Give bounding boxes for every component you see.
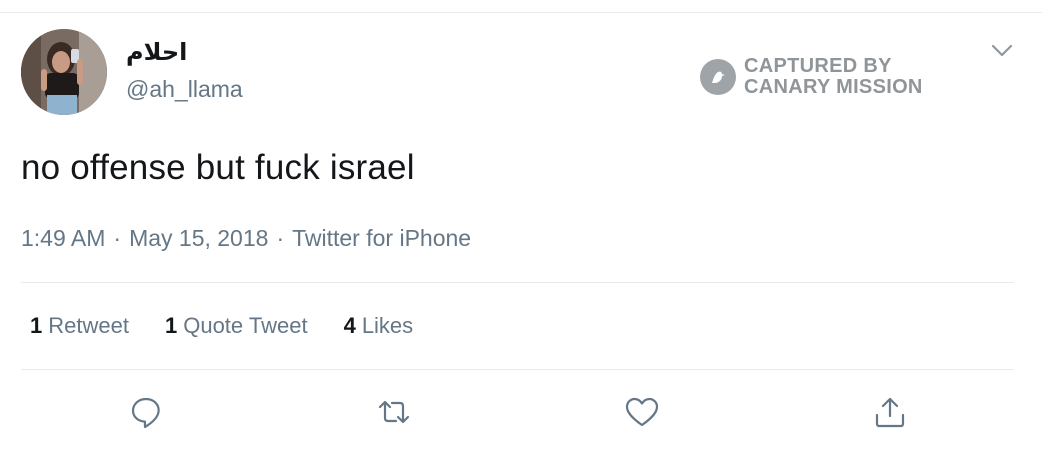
tweet-metadata: 1:49 AM · May 15, 2018 · Twitter for iPhone bbox=[21, 225, 471, 252]
share-icon[interactable] bbox=[872, 394, 908, 430]
likes-stat[interactable]: 4 Likes bbox=[344, 313, 414, 339]
canary-bird-icon bbox=[700, 59, 736, 95]
stats-top-divider bbox=[21, 282, 1014, 283]
avatar[interactable] bbox=[21, 29, 107, 115]
quote-tweets-stat[interactable]: 1 Quote Tweet bbox=[165, 313, 308, 339]
retweets-stat[interactable]: 1 Retweet bbox=[30, 313, 129, 339]
tweet-time[interactable]: 1:49 AM bbox=[21, 225, 105, 251]
display-name[interactable]: احلام bbox=[126, 38, 187, 66]
actions-top-divider bbox=[21, 369, 1014, 370]
retweet-icon[interactable] bbox=[376, 394, 412, 430]
tweet-date[interactable]: May 15, 2018 bbox=[129, 225, 268, 251]
watermark-line-2: CANARY MISSION bbox=[744, 76, 923, 98]
tweet-text: no offense but fuck israel bbox=[21, 148, 415, 187]
top-divider bbox=[0, 12, 1042, 13]
likes-label: Likes bbox=[361, 313, 414, 338]
quote-tweets-label: Quote Tweet bbox=[183, 313, 308, 338]
canary-mission-watermark: CAPTURED BY CANARY MISSION bbox=[700, 56, 923, 98]
watermark-line-1: CAPTURED BY bbox=[744, 55, 892, 77]
user-handle[interactable]: @ah_llama bbox=[126, 76, 243, 103]
heart-icon[interactable] bbox=[624, 394, 660, 430]
avatar-photo bbox=[21, 29, 107, 115]
quote-tweets-count: 1 bbox=[164, 313, 178, 338]
likes-count: 4 bbox=[343, 313, 356, 338]
meta-separator: · bbox=[276, 225, 285, 251]
meta-separator: · bbox=[113, 225, 122, 251]
chevron-down-icon[interactable] bbox=[989, 38, 1015, 64]
retweets-label: Retweet bbox=[48, 313, 129, 338]
tweet-source[interactable]: Twitter for iPhone bbox=[292, 225, 471, 251]
retweets-count: 1 bbox=[30, 313, 43, 338]
engagement-stats: 1 Retweet 1 Quote Tweet 4 Likes bbox=[30, 313, 449, 339]
reply-icon[interactable] bbox=[128, 394, 164, 430]
